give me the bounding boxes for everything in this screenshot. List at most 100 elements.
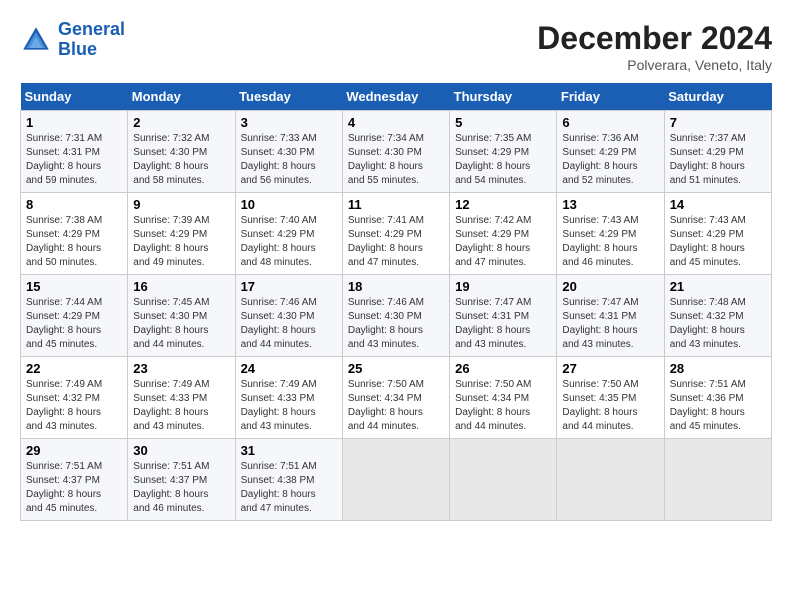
day-info-28: Sunrise: 7:51 AM Sunset: 4:36 PM Dayligh… [670,378,766,434]
day-number-22: 22 [26,361,122,376]
day-cell-21: 21Sunrise: 7:48 AM Sunset: 4:32 PM Dayli… [664,275,771,357]
day-info-5: Sunrise: 7:35 AM Sunset: 4:29 PM Dayligh… [455,132,551,188]
weekday-header-saturday: Saturday [664,83,771,111]
day-info-30: Sunrise: 7:51 AM Sunset: 4:37 PM Dayligh… [133,460,229,516]
logo-line1: General [58,19,125,39]
logo-icon [20,24,52,56]
day-info-11: Sunrise: 7:41 AM Sunset: 4:29 PM Dayligh… [348,214,444,270]
day-cell-5: 5Sunrise: 7:35 AM Sunset: 4:29 PM Daylig… [450,111,557,193]
day-info-2: Sunrise: 7:32 AM Sunset: 4:30 PM Dayligh… [133,132,229,188]
logo-line2: Blue [58,39,97,59]
day-number-2: 2 [133,115,229,130]
day-number-10: 10 [241,197,337,212]
day-number-28: 28 [670,361,766,376]
empty-cell [664,439,771,521]
calendar-week-3: 15 Sunrise: 7:44 AM Sunset: 4:29 PM Dayli… [21,275,772,357]
calendar-week-2: 8 Sunrise: 7:38 AM Sunset: 4:29 PM Daylig… [21,193,772,275]
weekday-header-tuesday: Tuesday [235,83,342,111]
day-number-7: 7 [670,115,766,130]
day-number-13: 13 [562,197,658,212]
calendar-table: SundayMondayTuesdayWednesdayThursdayFrid… [20,83,772,521]
day-info-16: Sunrise: 7:45 AM Sunset: 4:30 PM Dayligh… [133,296,229,352]
day-cell-15: 15 Sunrise: 7:44 AM Sunset: 4:29 PM Dayli… [21,275,128,357]
day-cell-10: 10Sunrise: 7:40 AM Sunset: 4:29 PM Dayli… [235,193,342,275]
calendar-week-1: 1 Sunrise: 7:31 AM Sunset: 4:31 PM Daylig… [21,111,772,193]
day-info-18: Sunrise: 7:46 AM Sunset: 4:30 PM Dayligh… [348,296,444,352]
day-info-1: Sunrise: 7:31 AM Sunset: 4:31 PM Dayligh… [26,132,122,188]
day-info-22: Sunrise: 7:49 AM Sunset: 4:32 PM Dayligh… [26,378,122,434]
day-cell-6: 6 Sunrise: 7:36 AM Sunset: 4:29 PM Daylig… [557,111,664,193]
empty-cell [342,439,449,521]
empty-cell [450,439,557,521]
day-info-13: Sunrise: 7:43 AM Sunset: 4:29 PM Dayligh… [562,214,658,270]
day-number-11: 11 [348,197,444,212]
day-number-1: 1 [26,115,122,130]
empty-cell [557,439,664,521]
day-info-17: Sunrise: 7:46 AM Sunset: 4:30 PM Dayligh… [241,296,337,352]
weekday-header-thursday: Thursday [450,83,557,111]
day-cell-2: 2 Sunrise: 7:32 AM Sunset: 4:30 PM Daylig… [128,111,235,193]
day-number-24: 24 [241,361,337,376]
day-info-3: Sunrise: 7:33 AM Sunset: 4:30 PM Dayligh… [241,132,337,188]
day-number-31: 31 [241,443,337,458]
day-info-27: Sunrise: 7:50 AM Sunset: 4:35 PM Dayligh… [562,378,658,434]
day-cell-23: 23 Sunrise: 7:49 AM Sunset: 4:33 PM Dayli… [128,357,235,439]
day-info-21: Sunrise: 7:48 AM Sunset: 4:32 PM Dayligh… [670,296,766,352]
day-number-23: 23 [133,361,229,376]
day-number-17: 17 [241,279,337,294]
day-info-25: Sunrise: 7:50 AM Sunset: 4:34 PM Dayligh… [348,378,444,434]
day-info-12: Sunrise: 7:42 AM Sunset: 4:29 PM Dayligh… [455,214,551,270]
day-cell-29: 29Sunrise: 7:51 AM Sunset: 4:37 PM Dayli… [21,439,128,521]
day-number-12: 12 [455,197,551,212]
day-info-23: Sunrise: 7:49 AM Sunset: 4:33 PM Dayligh… [133,378,229,434]
day-cell-24: 24 Sunrise: 7:49 AM Sunset: 4:33 PM Dayli… [235,357,342,439]
day-number-4: 4 [348,115,444,130]
weekday-header-friday: Friday [557,83,664,111]
month-title: December 2024 [537,20,772,57]
day-number-8: 8 [26,197,122,212]
day-cell-13: 13 Sunrise: 7:43 AM Sunset: 4:29 PM Dayli… [557,193,664,275]
day-info-31: Sunrise: 7:51 AM Sunset: 4:38 PM Dayligh… [241,460,337,516]
weekday-header-row: SundayMondayTuesdayWednesdayThursdayFrid… [21,83,772,111]
day-info-6: Sunrise: 7:36 AM Sunset: 4:29 PM Dayligh… [562,132,658,188]
day-number-3: 3 [241,115,337,130]
weekday-header-wednesday: Wednesday [342,83,449,111]
day-info-20: Sunrise: 7:47 AM Sunset: 4:31 PM Dayligh… [562,296,658,352]
day-cell-7: 7 Sunrise: 7:37 AM Sunset: 4:29 PM Daylig… [664,111,771,193]
day-info-26: Sunrise: 7:50 AM Sunset: 4:34 PM Dayligh… [455,378,551,434]
day-cell-26: 26 Sunrise: 7:50 AM Sunset: 4:34 PM Dayli… [450,357,557,439]
day-info-24: Sunrise: 7:49 AM Sunset: 4:33 PM Dayligh… [241,378,337,434]
day-cell-27: 27 Sunrise: 7:50 AM Sunset: 4:35 PM Dayli… [557,357,664,439]
day-number-6: 6 [562,115,658,130]
day-number-26: 26 [455,361,551,376]
day-cell-17: 17 Sunrise: 7:46 AM Sunset: 4:30 PM Dayli… [235,275,342,357]
logo: General Blue [20,20,125,60]
day-number-20: 20 [562,279,658,294]
day-number-9: 9 [133,197,229,212]
calendar-week-4: 22 Sunrise: 7:49 AM Sunset: 4:32 PM Dayli… [21,357,772,439]
calendar-week-5: 29 Sunrise: 7:51 AM Sunset: 4:37 PM Dayli… [21,439,772,521]
day-cell-8: 8 Sunrise: 7:38 AM Sunset: 4:29 PM Daylig… [21,193,128,275]
day-info-8: Sunrise: 7:38 AM Sunset: 4:29 PM Dayligh… [26,214,122,270]
day-number-19: 19 [455,279,551,294]
day-cell-16: 16 Sunrise: 7:45 AM Sunset: 4:30 PM Dayli… [128,275,235,357]
day-cell-25: 25 Sunrise: 7:50 AM Sunset: 4:34 PM Dayli… [342,357,449,439]
day-info-19: Sunrise: 7:47 AM Sunset: 4:31 PM Dayligh… [455,296,551,352]
day-cell-22: 22 Sunrise: 7:49 AM Sunset: 4:32 PM Dayli… [21,357,128,439]
day-number-25: 25 [348,361,444,376]
day-number-16: 16 [133,279,229,294]
header: General Blue December 2024 Polverara, Ve… [20,20,772,73]
day-number-29: 29 [26,443,122,458]
day-info-7: Sunrise: 7:37 AM Sunset: 4:29 PM Dayligh… [670,132,766,188]
day-cell-28: 28 Sunrise: 7:51 AM Sunset: 4:36 PM Dayli… [664,357,771,439]
day-number-27: 27 [562,361,658,376]
day-cell-12: 12 Sunrise: 7:42 AM Sunset: 4:29 PM Dayli… [450,193,557,275]
logo-text: General Blue [58,20,125,60]
day-number-15: 15 [26,279,122,294]
day-info-15: Sunrise: 7:44 AM Sunset: 4:29 PM Dayligh… [26,296,122,352]
day-number-30: 30 [133,443,229,458]
day-cell-1: 1 Sunrise: 7:31 AM Sunset: 4:31 PM Daylig… [21,111,128,193]
weekday-header-sunday: Sunday [21,83,128,111]
day-number-14: 14 [670,197,766,212]
day-cell-9: 9Sunrise: 7:39 AM Sunset: 4:29 PM Daylig… [128,193,235,275]
